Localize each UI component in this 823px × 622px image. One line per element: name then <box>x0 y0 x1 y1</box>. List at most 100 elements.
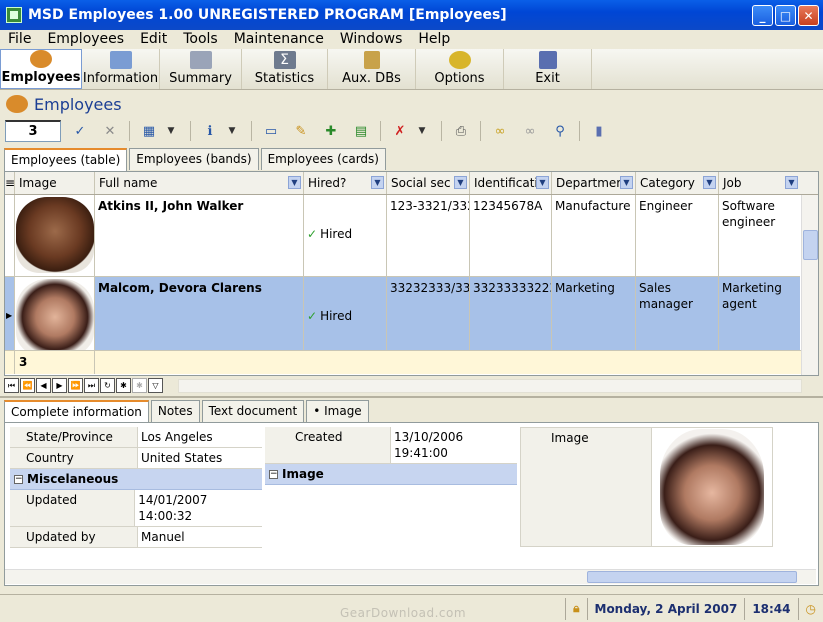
check-icon: ✓ <box>307 227 318 241</box>
exit-door-icon[interactable]: ▮ <box>588 121 610 141</box>
print-icon[interactable]: ⎙ <box>450 121 472 141</box>
col-identification[interactable]: Identificati ▼ <box>470 172 552 194</box>
row-indicator: ▶ <box>5 277 15 358</box>
label-created: Created <box>265 427 391 463</box>
employee-detail-photo <box>652 428 772 546</box>
aux-dbs-button[interactable]: Aux. DBs <box>328 49 416 89</box>
table-row[interactable]: ▶ Malcom, Devora Clarens ✓ Hired 33232333… <box>5 277 800 359</box>
menu-help[interactable]: Help <box>410 30 458 49</box>
toolbar-separator <box>441 121 442 141</box>
dropdown-arrow-icon[interactable]: ▼ <box>411 121 433 141</box>
col-full-name[interactable]: Full name ▼ <box>95 172 304 194</box>
maximize-button[interactable]: □ <box>775 5 796 26</box>
col-department[interactable]: Departmer ▼ <box>552 172 636 194</box>
summary-icon <box>189 51 212 69</box>
value-country[interactable]: United States <box>138 448 222 468</box>
menu-maintenance[interactable]: Maintenance <box>226 30 332 49</box>
magnifier-icon[interactable]: ⚲ <box>549 121 571 141</box>
tab-text-document[interactable]: Text document <box>201 400 305 422</box>
value-created[interactable]: 13/10/2006 19:41:00 <box>391 427 517 463</box>
monitor-icon[interactable]: ▭ <box>260 121 282 141</box>
status-time: 18:44 <box>744 597 797 620</box>
prev-record-icon[interactable]: ◀ <box>36 378 51 393</box>
grid-footer: 3 <box>5 350 802 374</box>
view-tabs: Employees (table) Employees (bands) Empl… <box>4 148 388 171</box>
exit-button[interactable]: Exit <box>504 49 592 89</box>
splitter[interactable] <box>0 396 823 398</box>
menu-windows[interactable]: Windows <box>332 30 411 49</box>
col-job[interactable]: Job ▼ <box>719 172 800 194</box>
edit-form-icon[interactable]: ▦ <box>138 121 160 141</box>
menu-edit[interactable]: Edit <box>132 30 175 49</box>
cell-job: Marketing agent <box>722 281 782 311</box>
cell-full-name: Malcom, Devora Clarens <box>95 277 304 358</box>
category-miscelaneous[interactable]: − Miscelaneous <box>10 469 262 490</box>
options-button[interactable]: Options <box>416 49 504 89</box>
next-record-icon[interactable]: ▶ <box>52 378 67 393</box>
cell-hired: ✓ Hired <box>304 277 387 358</box>
last-record-icon[interactable]: ⏭ <box>84 378 99 393</box>
app-icon <box>6 7 22 23</box>
tab-employees-bands[interactable]: Employees (bands) <box>129 148 259 170</box>
people-icon <box>30 50 52 68</box>
add-record-icon[interactable]: ✚ <box>320 121 342 141</box>
menu-tools[interactable]: Tools <box>175 30 226 49</box>
col-social-sec[interactable]: Social sec ▼ <box>387 172 470 194</box>
menu-file[interactable]: File <box>0 30 39 49</box>
next-page-icon[interactable]: ⏩ <box>68 378 83 393</box>
column-chooser-icon[interactable]: ≡ <box>5 172 15 194</box>
dropdown-arrow-icon[interactable]: ▼ <box>160 121 182 141</box>
page-header: Employees <box>0 91 823 117</box>
detail-horizontal-scrollbar[interactable] <box>5 569 816 584</box>
page-title: Employees <box>34 94 122 114</box>
scrollbar-thumb[interactable] <box>803 230 818 260</box>
first-record-icon[interactable]: ⏮ <box>4 378 19 393</box>
status-date: Monday, 2 April 2007 <box>586 597 745 620</box>
statistics-button[interactable]: Σ Statistics <box>242 49 328 89</box>
employee-photo <box>15 195 95 276</box>
tab-complete-information[interactable]: Complete information <box>4 400 149 423</box>
summary-button[interactable]: Summary <box>160 49 242 89</box>
tab-image[interactable]: • Image <box>306 400 369 422</box>
binoculars-icon[interactable]: ∞ <box>489 121 511 141</box>
scrollbar-thumb[interactable] <box>587 571 797 583</box>
col-category[interactable]: Category ▼ <box>636 172 719 194</box>
record-toolbar: 3 ✓ ✕ ▦ ▼ ℹ ▼ ▭ ✎ ✚ ▤ ✗ ▼ ⎙ ∞ ∞ ⚲ ▮ <box>0 117 823 145</box>
collapse-icon: − <box>269 468 278 479</box>
sigma-icon: Σ <box>273 51 296 69</box>
information-button[interactable]: Information <box>82 49 160 89</box>
find-next-icon[interactable]: ∞ <box>519 121 541 141</box>
refresh-icon[interactable]: ↻ <box>100 378 115 393</box>
value-state[interactable]: Los Angeles <box>138 427 213 447</box>
edit-pencil-icon[interactable]: ✎ <box>290 121 312 141</box>
grid-horizontal-scrollbar[interactable] <box>178 379 802 393</box>
value-updated-by[interactable]: Manuel <box>138 527 185 547</box>
category-image[interactable]: − Image <box>265 464 517 485</box>
col-hired[interactable]: Hired? ▼ <box>304 172 387 194</box>
col-image[interactable]: Image <box>15 172 95 194</box>
delete-icon[interactable]: ✗ <box>389 121 411 141</box>
cell-category: Sales manager <box>636 277 719 358</box>
cell-identification: 12345678A <box>470 195 552 276</box>
tab-employees-cards[interactable]: Employees (cards) <box>260 148 386 170</box>
add-folder-icon[interactable]: ▤ <box>350 121 372 141</box>
cancel-icon[interactable]: ✕ <box>99 121 121 141</box>
menu-employees[interactable]: Employees <box>39 30 132 49</box>
window-title: MSD Employees 1.00 UNREGISTERED PROGRAM … <box>28 7 507 23</box>
prev-page-icon[interactable]: ⏪ <box>20 378 35 393</box>
tab-employees-table[interactable]: Employees (table) <box>4 148 128 171</box>
filter-icon[interactable]: ▽ <box>148 378 163 393</box>
minimize-button[interactable]: _ <box>752 5 773 26</box>
check-records-icon[interactable]: ✓ <box>69 121 91 141</box>
dropdown-arrow-icon[interactable]: ▼ <box>221 121 243 141</box>
grid-vertical-scrollbar[interactable] <box>801 195 818 375</box>
employees-button[interactable]: Employees <box>0 49 82 89</box>
append-record-icon[interactable]: ✱ <box>132 378 147 393</box>
close-button[interactable]: ✕ <box>798 5 819 26</box>
tab-notes[interactable]: Notes <box>150 400 200 422</box>
insert-record-icon[interactable]: ✱ <box>116 378 131 393</box>
info-icon[interactable]: ℹ <box>199 121 221 141</box>
main-toolbar: Employees Information Summary Σ Statisti… <box>0 49 823 90</box>
table-row[interactable]: Atkins II, John Walker ✓ Hired 123-3321/3… <box>5 195 800 277</box>
value-updated[interactable]: 14/01/2007 14:00:32 <box>135 490 262 526</box>
